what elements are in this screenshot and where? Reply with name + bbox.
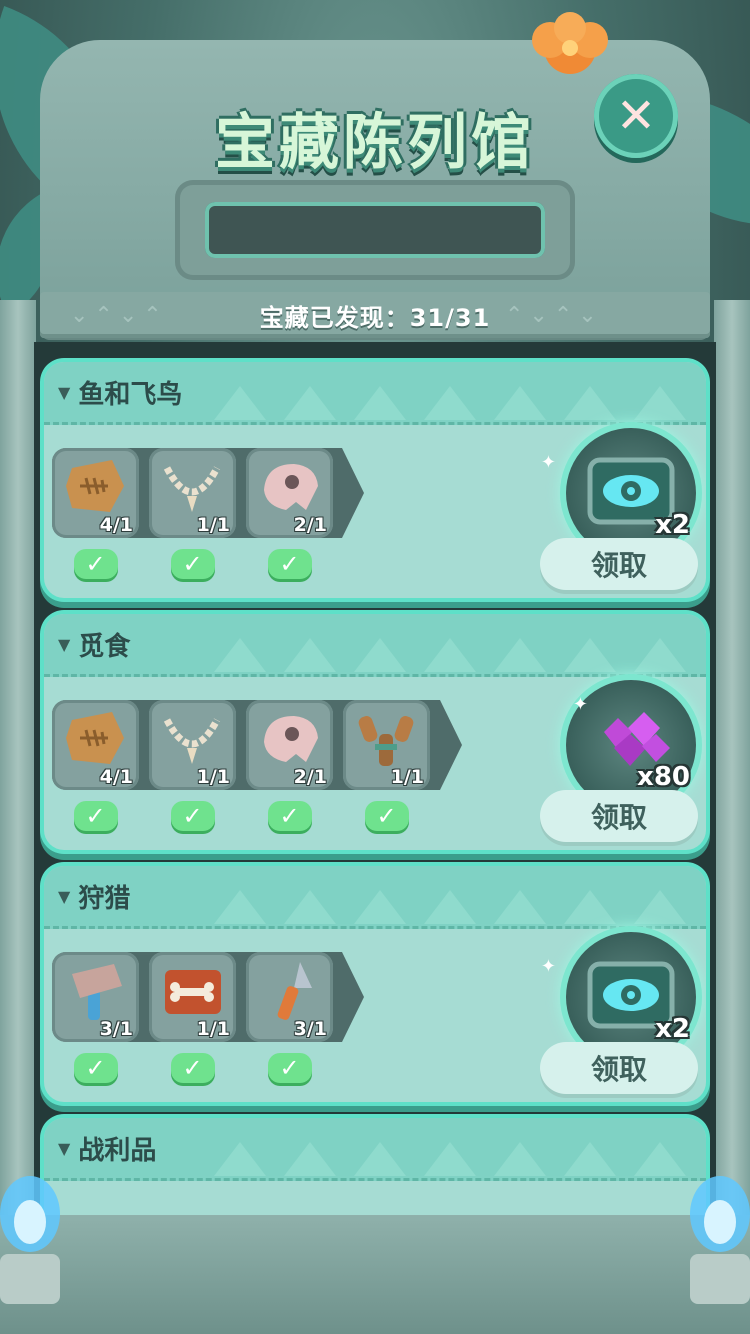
item-count: 3/1 (99, 1018, 133, 1040)
collection-card: ▼ 觅食 4/1 1/1 2/1 1/1 ✓ ✓ ✓ ✓ x80 ✦ 领取 (44, 614, 706, 850)
title-plate: 宝藏陈列馆 (185, 90, 565, 185)
bird-skull-icon (264, 464, 318, 510)
item-count: 1/1 (196, 766, 230, 788)
bone-necklace-icon (163, 718, 221, 764)
bone-plate-icon (165, 970, 221, 1014)
claim-button[interactable]: 领取 (540, 790, 698, 842)
checkmark-icon: ✓ (267, 801, 312, 831)
stone-frame-bottom (0, 1215, 750, 1334)
checkmark-icon: ✓ (364, 801, 409, 831)
check-row: ✓ ✓ ✓ (52, 1048, 333, 1088)
check-row: ✓ ✓ ✓ ✓ (52, 796, 430, 836)
fish-fossil-icon (66, 712, 124, 764)
collection-header: ▼ 战利品 (44, 1118, 706, 1181)
treasure-item[interactable]: 1/1 (149, 952, 236, 1042)
blue-torch-icon (690, 1176, 750, 1304)
checkmark-icon: ✓ (73, 801, 118, 831)
chevron-decoration: ⌃⌄⌃⌄ (505, 303, 603, 328)
chevron-down-icon: ▼ (58, 635, 71, 654)
check-row: ✓ ✓ ✓ (52, 544, 333, 584)
treasure-item[interactable]: 4/1 (52, 448, 139, 538)
stone-spear-icon (277, 962, 312, 1020)
bone-necklace-icon (163, 466, 221, 512)
stone-slot (205, 202, 545, 258)
chevron-down-icon: ▼ (58, 1139, 71, 1158)
treasure-item[interactable]: 2/1 (246, 700, 333, 790)
item-count: 1/1 (390, 766, 424, 788)
checkmark-icon: ✓ (267, 1053, 312, 1083)
item-count: 4/1 (99, 766, 133, 788)
collection-card: ▼ 鱼和飞鸟 4/1 1/1 2/1 ✓ ✓ ✓ x2 ✦ 领取 (44, 362, 706, 598)
item-count: 3/1 (293, 1018, 327, 1040)
fish-fossil-icon (66, 460, 124, 512)
treasure-item[interactable]: 1/1 (149, 448, 236, 538)
collection-header: ▼ 狩猎 (44, 866, 706, 929)
checkmark-icon: ✓ (267, 549, 312, 579)
reward-count: x2 (655, 1014, 690, 1044)
item-count: 2/1 (293, 766, 327, 788)
item-count: 1/1 (196, 514, 230, 536)
claim-button[interactable]: 领取 (540, 538, 698, 590)
item-row: 4/1 1/1 2/1 (52, 448, 333, 538)
item-row: 4/1 1/1 2/1 (52, 700, 430, 790)
sparkle-icon: ✦ (540, 452, 556, 473)
slingshot-icon (358, 716, 414, 766)
stone-frame-right (714, 300, 750, 1280)
collection-card: ▼ 狩猎 3/1 1/1 3/1 ✓ ✓ ✓ x2 ✦ 领取 (44, 866, 706, 1102)
collection-title: 鱼和飞鸟 (78, 380, 183, 410)
checkmark-icon: ✓ (73, 549, 118, 579)
collection-title: 战利品 (78, 1136, 157, 1166)
collection-title: 狩猎 (78, 884, 131, 914)
stone-hammer-icon (72, 964, 122, 1020)
treasure-item[interactable]: 1/1 (343, 700, 430, 790)
treasure-item[interactable]: 4/1 (52, 700, 139, 790)
page-title: 宝藏陈列馆 (215, 108, 535, 178)
close-x-icon: ✕ (615, 88, 657, 144)
blue-torch-icon (0, 1176, 60, 1304)
chevron-decoration: ⌄⌃⌄⌃ (70, 303, 168, 328)
collection-header: ▼ 觅食 (44, 614, 706, 677)
chevron-down-icon: ▼ (58, 383, 71, 402)
item-count: 1/1 (196, 1018, 230, 1040)
reward-count: x2 (655, 510, 690, 540)
collection-header: ▼ 鱼和飞鸟 (44, 362, 706, 425)
treasure-counter: 宝藏已发现：31/31 (259, 303, 491, 332)
sparkle-icon: ✦ (540, 956, 556, 977)
checkmark-icon: ✓ (170, 801, 215, 831)
treasure-item[interactable]: 1/1 (149, 700, 236, 790)
checkmark-icon: ✓ (170, 549, 215, 579)
flower-icon (532, 12, 608, 74)
bird-skull-icon (264, 716, 318, 762)
collection-title: 觅食 (78, 632, 131, 662)
item-row: 3/1 1/1 3/1 (52, 952, 333, 1042)
sparkle-icon: ✦ (572, 694, 588, 715)
treasure-item[interactable]: 3/1 (52, 952, 139, 1042)
item-count: 2/1 (293, 514, 327, 536)
reward-count: x80 (637, 762, 690, 792)
stone-frame-left (0, 300, 36, 1280)
collection-card: ▼ 战利品 (44, 1118, 706, 1217)
chevron-down-icon: ▼ (58, 887, 71, 906)
stone-slot-plate (175, 180, 575, 280)
checkmark-icon: ✓ (73, 1053, 118, 1083)
claim-button[interactable]: 领取 (540, 1042, 698, 1094)
treasure-item[interactable]: 2/1 (246, 448, 333, 538)
close-button[interactable]: ✕ (594, 74, 678, 158)
checkmark-icon: ✓ (170, 1053, 215, 1083)
item-count: 4/1 (99, 514, 133, 536)
treasure-item[interactable]: 3/1 (246, 952, 333, 1042)
collection-list[interactable]: ▼ 鱼和飞鸟 4/1 1/1 2/1 ✓ ✓ ✓ x2 ✦ 领取 ▼ 觅食 4/… (34, 342, 716, 1217)
